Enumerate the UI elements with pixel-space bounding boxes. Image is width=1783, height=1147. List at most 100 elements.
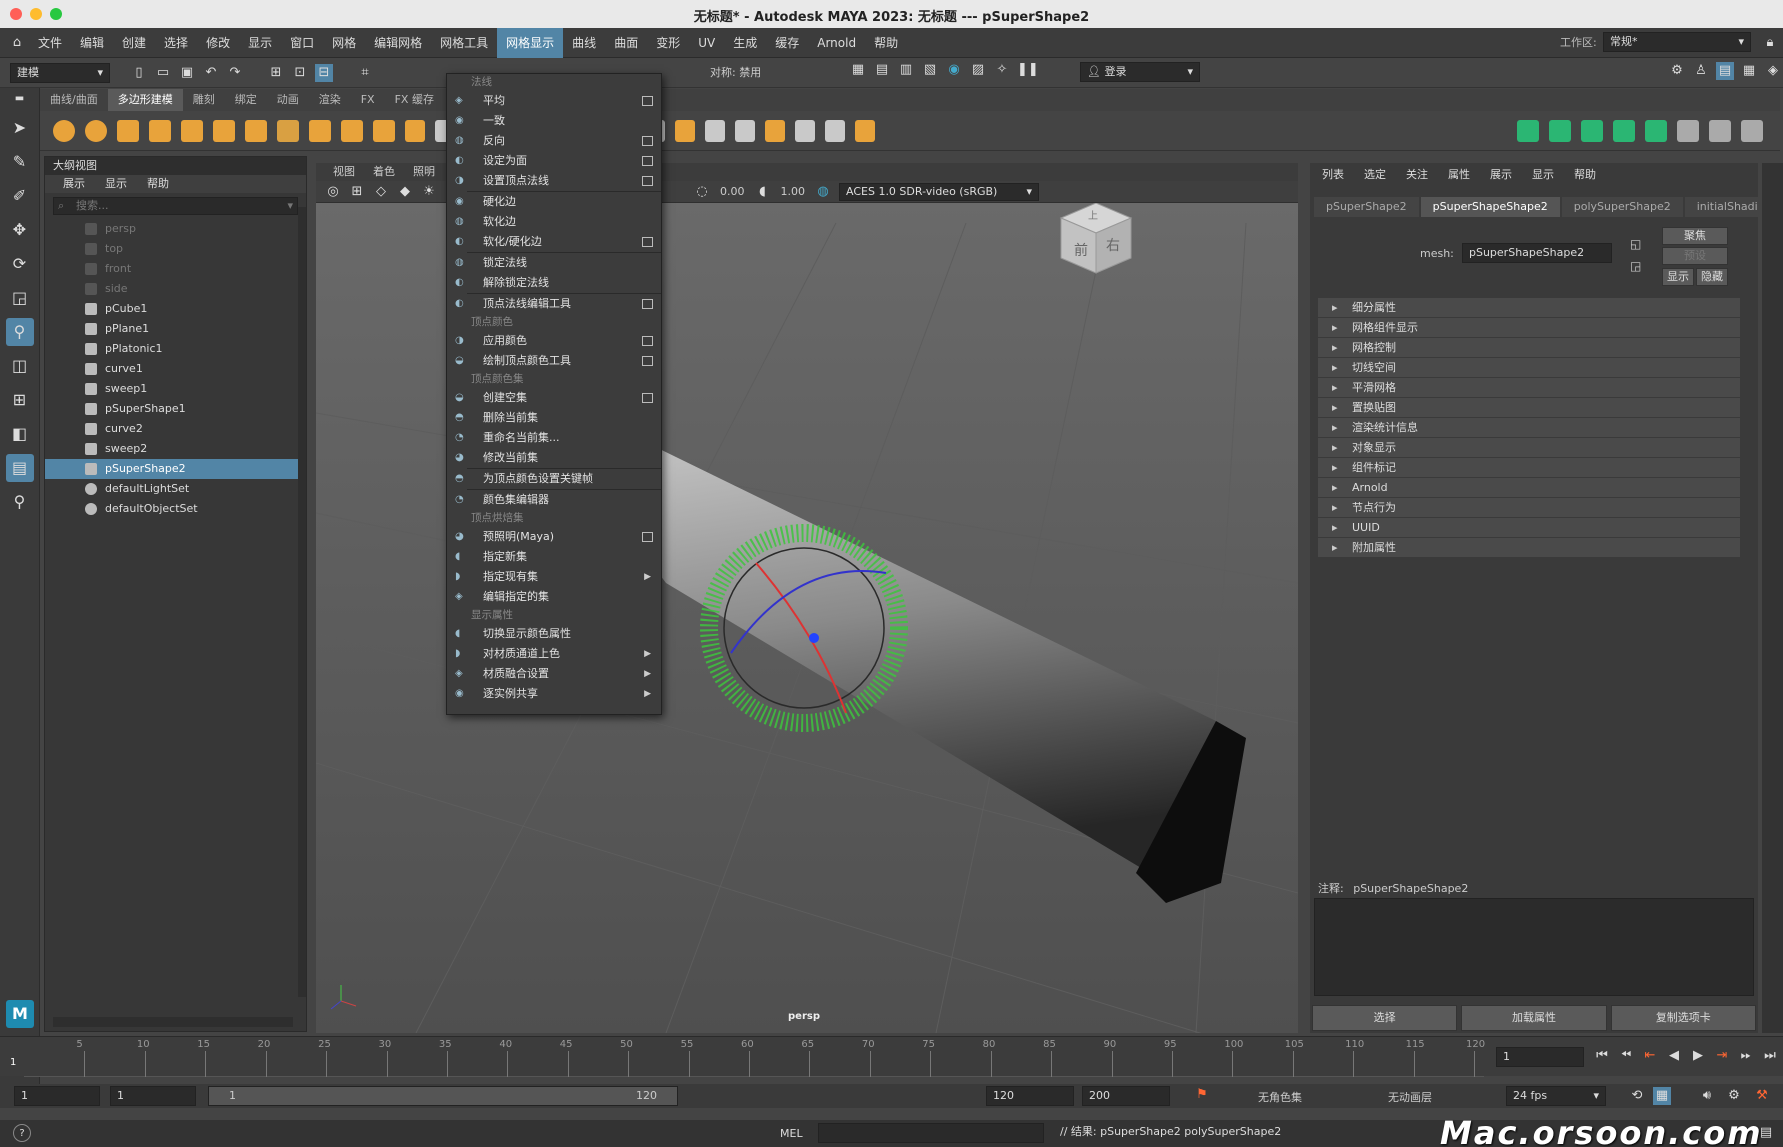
presets-button[interactable]: 预设 <box>1662 247 1728 265</box>
menu-item[interactable]: ◒ 绘制顶点颜色工具 <box>447 351 661 371</box>
select-hierarchy-icon[interactable]: ⊞ <box>267 64 285 82</box>
menu-item[interactable]: 缓存 <box>766 28 808 58</box>
menu-item[interactable]: ◗ 指定现有集 ▶ <box>447 567 661 587</box>
bevel-icon[interactable] <box>1581 119 1603 142</box>
menu-item[interactable]: ◓ 为顶点颜色设置关键帧 <box>447 469 661 489</box>
new-scene-icon[interactable]: ▯ <box>130 64 148 82</box>
outliner-hscrollbar[interactable] <box>53 1017 293 1027</box>
cylinder-icon[interactable] <box>117 119 139 142</box>
shelf-tool-icon[interactable] <box>855 119 875 142</box>
menu-item[interactable]: ◐ 解除锁定法线 <box>447 273 661 293</box>
cache-playback-icon[interactable]: ▦ <box>1653 1087 1671 1105</box>
option-box-icon[interactable] <box>642 96 653 106</box>
cone-icon[interactable] <box>149 119 171 142</box>
auto-key-icon[interactable]: ⚑ <box>1193 1086 1211 1104</box>
presets-icon[interactable]: ◲ <box>1630 259 1641 273</box>
menu-item[interactable]: 曲面 <box>605 28 647 58</box>
menu-item[interactable]: ◕ 预照明(Maya) <box>447 527 661 547</box>
shelf-tool-icon[interactable] <box>675 119 695 142</box>
outliner-item[interactable]: pSuperShape1 <box>45 399 306 419</box>
anim-layer-dropdown[interactable]: 无动画层 <box>1388 1089 1432 1105</box>
outliner-menu-item[interactable]: 显示 <box>105 175 127 193</box>
character-controls-icon[interactable]: ♙ <box>1692 62 1710 80</box>
playback-start-field[interactable]: 1 <box>110 1086 196 1106</box>
menu-item[interactable]: 网格显示 <box>497 27 564 58</box>
sound-icon[interactable]: 🔊︎ <box>1698 1087 1716 1105</box>
attribute-section[interactable]: 渲染统计信息 <box>1318 418 1740 437</box>
menu-item[interactable]: ◑ 应用颜色 <box>447 331 661 351</box>
attribute-menu-item[interactable]: 关注 <box>1406 163 1428 187</box>
outliner-item[interactable]: pCube1 <box>45 299 306 319</box>
menu-item[interactable]: Arnold <box>808 28 865 58</box>
tool-settings-icon[interactable]: ▦ <box>1740 62 1758 80</box>
attribute-menu-item[interactable]: 选定 <box>1364 163 1386 187</box>
scale-tool-icon[interactable]: ◲ <box>6 284 34 312</box>
menu-item[interactable]: ◓ 删除当前集 <box>447 408 661 428</box>
menu-item[interactable]: ◉ 逐实例共享 ▶ <box>447 684 661 704</box>
shelf-tab[interactable]: FX 缓存 <box>385 89 444 111</box>
outliner-search-input[interactable]: ⌕ 搜索... ▾ <box>53 197 298 215</box>
fps-dropdown[interactable]: 24 fps ▾ <box>1506 1086 1606 1106</box>
loop-icon[interactable]: ⟲ <box>1628 1087 1646 1105</box>
lasso-tool-icon[interactable]: ✎ <box>6 148 34 176</box>
shelf-tab[interactable]: 多边形建模 <box>107 89 183 111</box>
select-component-icon[interactable]: ⊟ <box>315 63 333 82</box>
shelf-tab[interactable]: 绑定 <box>225 89 267 111</box>
viewport-menu-item[interactable]: 照明 <box>413 163 435 181</box>
gamma-value[interactable]: 1.00 <box>781 185 806 198</box>
open-scene-icon[interactable]: ▭ <box>154 64 172 82</box>
four-view-icon[interactable]: ⊞ <box>6 386 34 414</box>
time-slider[interactable]: 5 10 15 20 25 30 35 40 45 50 55 60 65 70 75 80 85 90 95 100… <box>0 1036 1783 1077</box>
mesh-name-field[interactable]: pSuperShapeShape2 <box>1462 243 1612 263</box>
option-box-icon[interactable] <box>642 299 653 309</box>
outliner-menu-item[interactable]: 帮助 <box>147 175 169 193</box>
attribute-tab[interactable]: polySuperShape2 <box>1561 197 1683 217</box>
outliner-item[interactable]: curve1 <box>45 359 306 379</box>
shelf-tab[interactable]: 曲线/曲面 <box>40 89 108 111</box>
bridge-icon[interactable] <box>1549 119 1571 142</box>
outliner-menu-item[interactable]: 展示 <box>63 175 85 193</box>
menu-item[interactable]: 网格工具 <box>431 28 497 58</box>
shelf-tool-icon[interactable] <box>405 119 425 142</box>
option-box-icon[interactable] <box>642 176 653 186</box>
attribute-bottom-button[interactable]: 复制选项卡 <box>1610 1005 1756 1031</box>
outliner-item[interactable]: sweep1 <box>45 379 306 399</box>
menu-item[interactable]: 创建 <box>113 28 155 58</box>
platonic-icon[interactable] <box>277 119 299 142</box>
render-frame-icon[interactable]: ▦ <box>849 61 867 79</box>
outliner-item[interactable]: pPlatonic1 <box>45 339 306 359</box>
wireframe-icon[interactable]: ◇ <box>372 183 390 201</box>
outliner-item[interactable]: pSuperShape2 <box>45 459 306 479</box>
option-box-icon[interactable] <box>642 156 653 166</box>
gamma-icon[interactable]: ◖ <box>754 183 772 201</box>
login-dropdown[interactable]: 👤︎ 登录 ▾ <box>1080 62 1200 82</box>
home-icon[interactable]: ⌂ <box>8 34 26 52</box>
menu-item[interactable]: ◐ 顶点法线编辑工具 <box>447 294 661 314</box>
grid-toggle-icon[interactable]: ⊞ <box>348 183 366 201</box>
lock-icon[interactable]: 🔒︎ <box>1761 34 1779 52</box>
menu-item[interactable]: UV <box>689 28 724 58</box>
attribute-tab[interactable]: pSuperShape2 <box>1314 197 1419 217</box>
rotate-tool-icon[interactable]: ⟳ <box>6 250 34 278</box>
shelf-tool-icon[interactable] <box>735 119 755 142</box>
help-icon[interactable]: ? <box>13 1124 31 1142</box>
menu-item[interactable]: 网格 <box>323 28 365 58</box>
outliner-item[interactable]: persp <box>45 219 306 239</box>
cut-icon[interactable] <box>1741 119 1763 142</box>
move-tool-icon[interactable]: ✥ <box>6 216 34 244</box>
option-box-icon[interactable] <box>642 356 653 366</box>
smooth-shade-icon[interactable]: ◆ <box>396 183 414 201</box>
attribute-bottom-button[interactable]: 加载属性 <box>1461 1005 1607 1031</box>
attribute-section[interactable]: 置换贴图 <box>1318 398 1740 417</box>
exposure-value[interactable]: 0.00 <box>720 185 745 198</box>
menu-item[interactable]: 编辑 <box>71 28 113 58</box>
option-box-icon[interactable] <box>642 336 653 346</box>
shelf-tab[interactable]: 动画 <box>267 89 309 111</box>
playback-end-field[interactable]: 120 <box>986 1086 1074 1106</box>
menu-item[interactable]: ◈ 材质融合设置 ▶ <box>447 664 661 684</box>
menu-item[interactable]: 文件 <box>29 28 71 58</box>
extrude-icon[interactable] <box>1517 119 1539 142</box>
workspace-dropdown[interactable]: 常规* ▾ <box>1603 32 1751 52</box>
scene-end-field[interactable]: 200 <box>1082 1086 1170 1106</box>
menu-item[interactable]: ◔ 重命名当前集... <box>447 428 661 448</box>
